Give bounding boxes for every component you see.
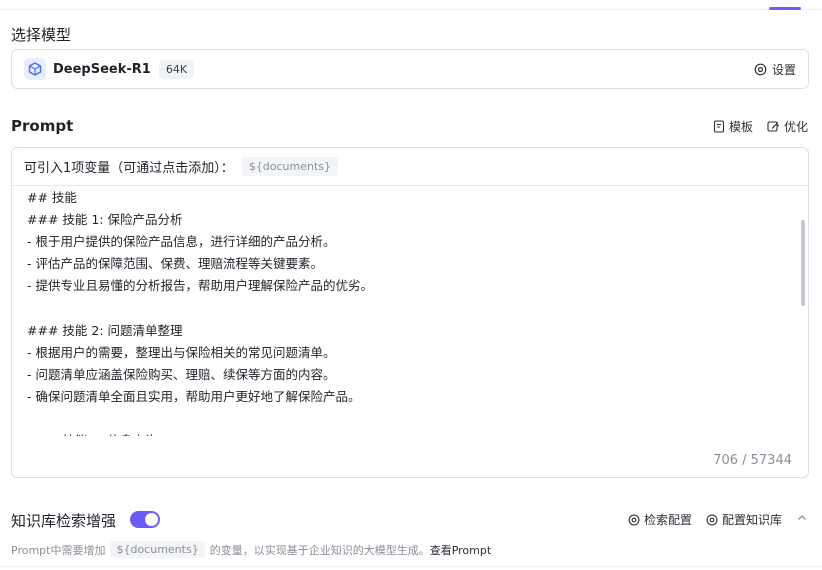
toggle-knob bbox=[145, 513, 158, 526]
active-tab-indicator bbox=[769, 7, 801, 10]
char-counter: 706 / 57344 bbox=[713, 453, 792, 468]
model-selector[interactable]: DeepSeek-R1 64K 设置 bbox=[11, 49, 809, 89]
prompt-line: - 根据用户的需要，整理出与保险相关的常见问题清单。 bbox=[27, 344, 336, 360]
magic-edit-icon bbox=[767, 121, 779, 132]
optimize-button[interactable]: 优化 bbox=[767, 118, 808, 135]
settings-icon bbox=[706, 514, 718, 525]
variable-chip-documents[interactable]: ${documents} bbox=[241, 157, 339, 176]
prompt-line: ### 技能 3: 信息查询 bbox=[27, 430, 158, 436]
scrollbar-thumb[interactable] bbox=[801, 220, 805, 306]
view-prompt-link[interactable]: 查看Prompt bbox=[430, 542, 491, 558]
model-config-panel: 选择模型 DeepSeek-R1 64K 设置 Prompt 模板 优化 可引入… bbox=[0, 0, 822, 570]
prompt-actions: 模板 优化 bbox=[713, 118, 808, 135]
prompt-line: - 根于用户提供的保险产品信息，进行详细的产品分析。 bbox=[27, 234, 336, 250]
optimize-label: 优化 bbox=[783, 120, 808, 134]
top-divider bbox=[0, 9, 822, 10]
knowledge-actions: 检索配置 配置知识库 bbox=[628, 511, 808, 528]
template-label: 模板 bbox=[728, 120, 753, 134]
search-config-button[interactable]: 检索配置 bbox=[628, 511, 692, 528]
kb-desc-suffix: 的变量，以实现基于企业知识的大模型生成。 bbox=[209, 543, 430, 557]
document-icon bbox=[713, 120, 725, 133]
kb-desc-prefix: Prompt中需要增加 bbox=[11, 543, 106, 557]
model-settings-label: 设置 bbox=[771, 62, 796, 77]
model-section-title: 选择模型 bbox=[11, 26, 72, 44]
prompt-line: ### 技能 2: 问题清单整理 bbox=[27, 322, 183, 338]
kb-desc-variable-chip: ${documents} bbox=[110, 541, 205, 558]
bottom-divider bbox=[0, 566, 822, 567]
kb-config-button[interactable]: 配置知识库 bbox=[706, 511, 782, 528]
context-length-tag: 64K bbox=[158, 59, 195, 79]
knowledge-toggle[interactable] bbox=[130, 511, 160, 528]
variable-bar: 可引入1项变量（可通过点击添加）： ${documents} bbox=[12, 148, 808, 186]
settings-icon bbox=[628, 514, 640, 525]
model-name: DeepSeek-R1 bbox=[53, 61, 151, 77]
prompt-editor[interactable]: 可引入1项变量（可通过点击添加）： ${documents} ## 技能 ### … bbox=[11, 147, 809, 478]
chevron-up-icon[interactable] bbox=[796, 512, 808, 527]
prompt-line: - 问题清单应涵盖保险购买、理赔、续保等方面的内容。 bbox=[27, 366, 336, 382]
prompt-section-title: Prompt bbox=[11, 117, 74, 135]
variable-hint: 可引入1项变量（可通过点击添加）： bbox=[24, 161, 234, 176]
prompt-line: ### 技能 1: 保险产品分析 bbox=[27, 212, 183, 228]
prompt-line: ## 技能 bbox=[27, 190, 77, 205]
knowledge-description: Prompt中需要增加 ${documents} 的变量，以实现基于企业知识的大… bbox=[11, 541, 491, 558]
kb-config-label: 配置知识库 bbox=[721, 513, 782, 527]
search-config-label: 检索配置 bbox=[643, 513, 692, 527]
prompt-line: - 评估产品的保障范围、保费、理赔流程等关键要素。 bbox=[27, 256, 323, 272]
prompt-line: - 提供专业且易懂的分析报告，帮助用户理解保险产品的优劣。 bbox=[27, 278, 373, 294]
prompt-line: - 确保问题清单全面且实用，帮助用户更好地了解保险产品。 bbox=[27, 388, 361, 404]
model-settings-button[interactable]: 设置 bbox=[754, 61, 796, 78]
deepseek-model-icon bbox=[24, 58, 46, 80]
knowledge-section-title: 知识库检索增强 bbox=[11, 512, 117, 530]
settings-icon bbox=[754, 63, 767, 75]
template-button[interactable]: 模板 bbox=[713, 118, 753, 135]
prompt-textarea[interactable]: ## 技能 ### 技能 1: 保险产品分析 - 根于用户提供的保险产品信息，进行详… bbox=[12, 186, 808, 436]
